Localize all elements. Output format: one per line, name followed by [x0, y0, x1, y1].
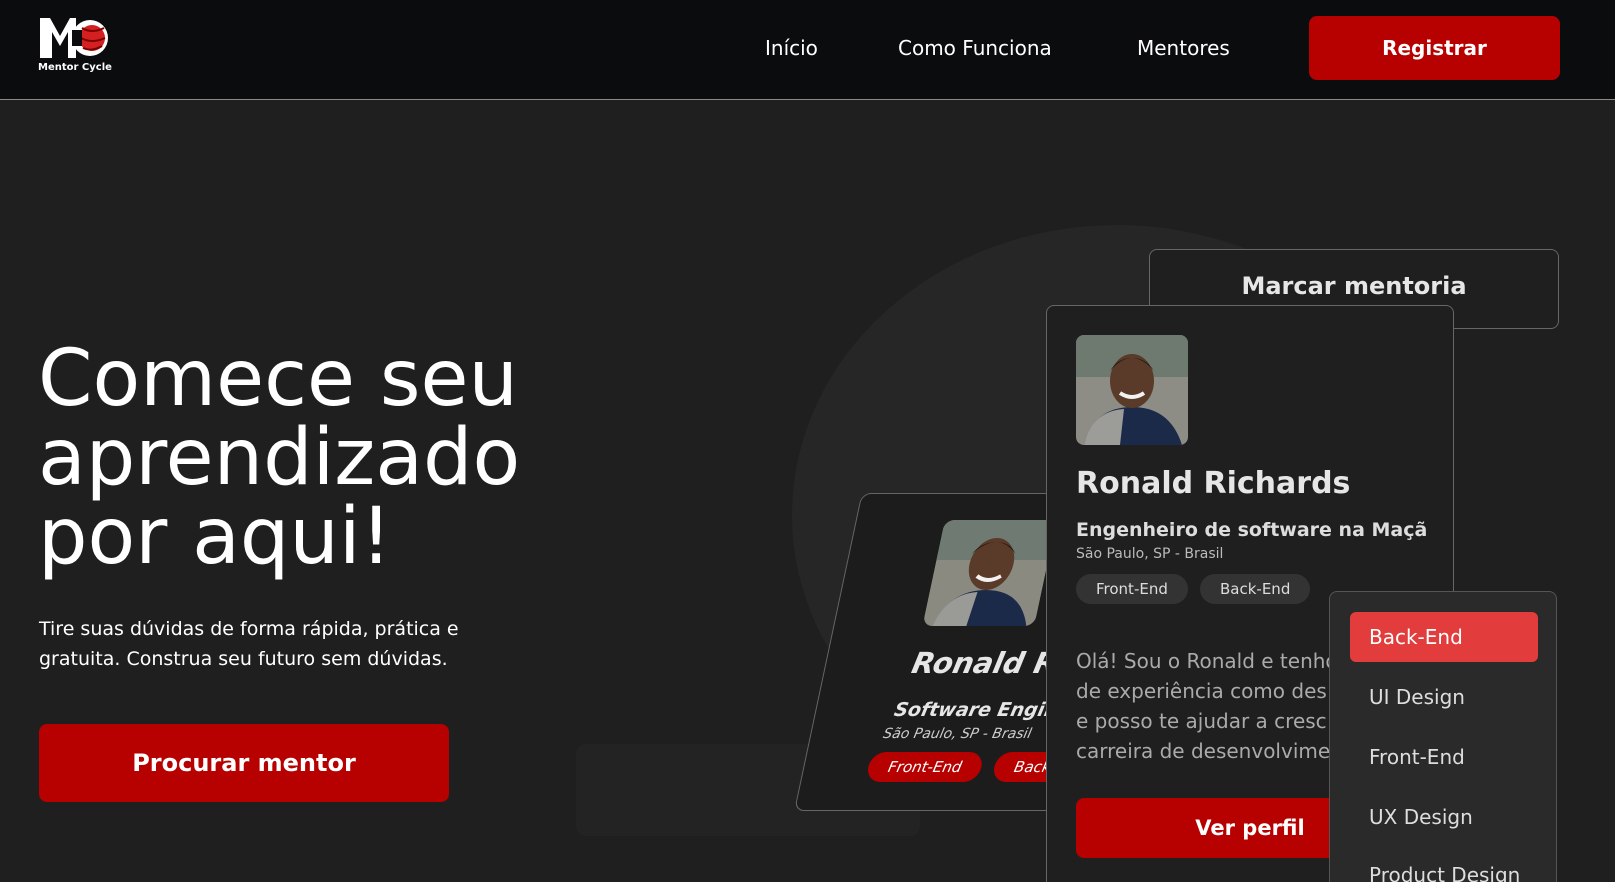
skill-tag-back-end[interactable]: Back-End	[1200, 574, 1311, 604]
hero-subtitle-line: Tire suas dúvidas de forma rápida, práti…	[39, 618, 459, 640]
hero-title: Comece seu aprendizado por aqui!	[38, 340, 598, 577]
dropdown-item-ui-design[interactable]: UI Design	[1350, 672, 1538, 722]
dropdown-item-front-end[interactable]: Front-End	[1350, 732, 1538, 782]
dropdown-item-back-end[interactable]: Back-End	[1350, 612, 1538, 662]
avatar	[1076, 335, 1188, 445]
nav-link-mentores[interactable]: Mentores	[1137, 36, 1230, 60]
logo[interactable]: Mentor Cycle	[38, 14, 112, 76]
register-button[interactable]: Registrar	[1309, 16, 1560, 80]
top-navbar: Mentor Cycle Início Como Funciona Mentor…	[0, 0, 1615, 100]
page: Mentor Cycle Início Como Funciona Mentor…	[0, 0, 1615, 882]
dropdown-item-product-design[interactable]: Product Design	[1350, 850, 1538, 882]
hero-title-line: aprendizado	[38, 413, 521, 503]
skill-tag-front-end[interactable]: Front-End	[1076, 574, 1188, 604]
nav-link-como-funciona[interactable]: Como Funciona	[898, 36, 1052, 60]
mentor-location: São Paulo, SP - Brasil	[1076, 546, 1224, 562]
mentor-photo-icon	[922, 520, 1057, 626]
search-mentor-button[interactable]: Procurar mentor	[39, 724, 449, 802]
specialty-dropdown: Back-End UI Design Front-End UX Design P…	[1329, 591, 1557, 882]
mentor-role: Engenheiro de software na Maçã	[1076, 519, 1428, 541]
dropdown-item-ux-design[interactable]: UX Design	[1350, 792, 1538, 842]
mentor-name: Ronald Richards	[1076, 466, 1351, 501]
logo-text: Mentor Cycle	[38, 62, 112, 73]
hero-subtitle-line: gratuita. Construa seu futuro sem dúvida…	[39, 648, 448, 670]
book-mentoring-title: Marcar mentoria	[1241, 272, 1467, 300]
hero-title-line: Comece seu	[38, 334, 518, 424]
mentor-cycle-logo-icon	[40, 18, 108, 58]
mentor-location: São Paulo, SP - Brasil	[881, 726, 1034, 742]
hero-subtitle: Tire suas dúvidas de forma rápida, práti…	[39, 614, 519, 674]
skill-tag: Front-End	[865, 752, 985, 782]
avatar	[922, 520, 1057, 626]
nav-link-inicio[interactable]: Início	[765, 36, 818, 60]
mentor-photo-icon	[1076, 335, 1188, 445]
hero-title-line: por aqui!	[38, 492, 392, 582]
